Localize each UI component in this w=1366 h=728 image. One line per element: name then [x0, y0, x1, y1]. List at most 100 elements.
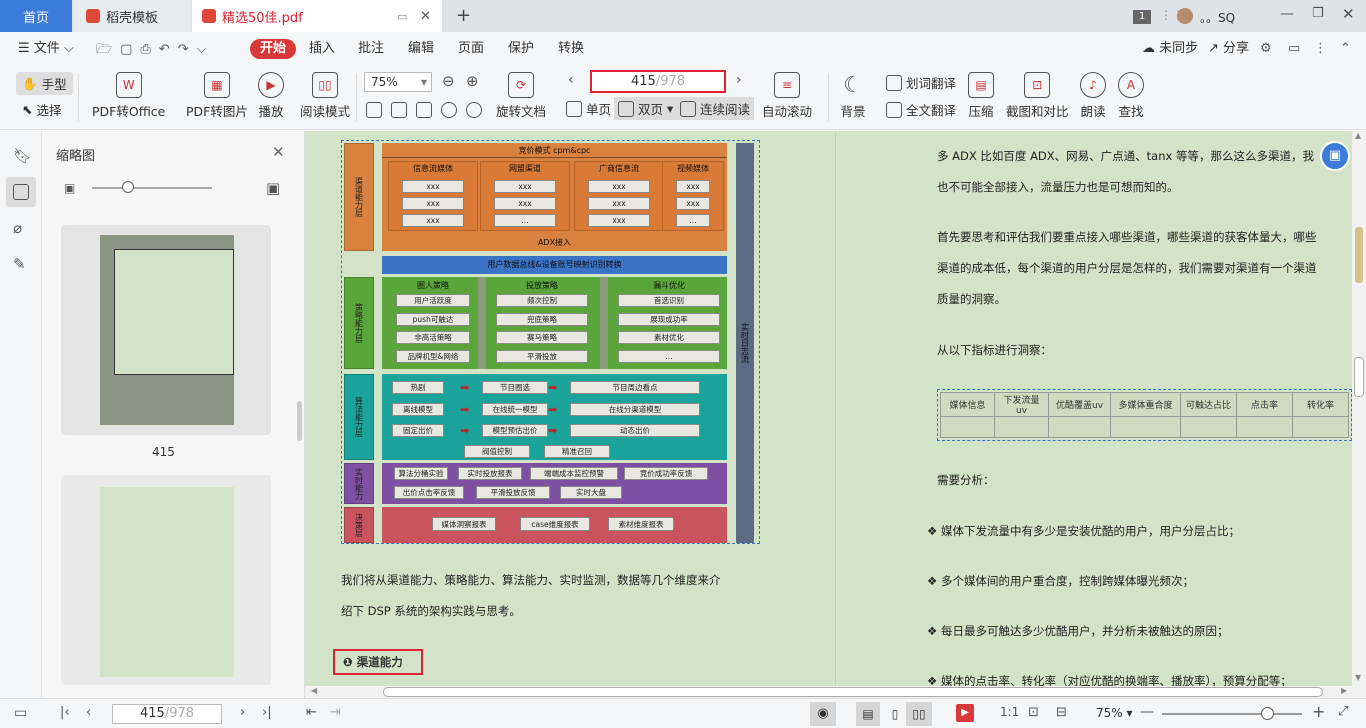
find-button[interactable]: A 查找 [1118, 72, 1144, 120]
zoom-out-icon[interactable]: ⊖ [442, 72, 455, 90]
thumbnail-nav[interactable] [6, 177, 36, 207]
fit-page-status-icon[interactable]: ⊡ [1028, 705, 1039, 720]
pdf-to-image-button[interactable]: ▦ PDF转图片 [186, 72, 248, 120]
zoom-in-icon[interactable]: ⊕ [466, 72, 479, 90]
status-page-input[interactable]: 415/978 [112, 704, 222, 724]
next-page-status-icon[interactable]: › [240, 705, 245, 720]
eye-protect-icon[interactable]: ◉ [810, 702, 836, 726]
menu-protect[interactable]: 保护 [504, 39, 538, 59]
rotate-doc-button[interactable]: ⟳ 旋转文档 [496, 72, 546, 120]
actual-size-icon[interactable] [366, 102, 382, 118]
large-image-icon[interactable]: ▣ [266, 179, 280, 197]
screenshot-compare-button[interactable]: ⊡ 截图和对比 [1006, 72, 1069, 120]
fullscreen-icon[interactable]: ⤢ [1338, 704, 1348, 719]
single-view-icon[interactable]: ▯ [884, 702, 906, 726]
read-mode-button[interactable]: ▯▯ 阅读模式 [300, 72, 350, 120]
tab-pdf[interactable]: 精选50佳.pdf ▭ ✕ [192, 0, 442, 32]
double-page-button[interactable]: 双页 ▾ [614, 97, 678, 120]
quick-access-icons[interactable]: 🗁▢⎙↶↷⌵ [96, 40, 214, 62]
panel-scrollbar[interactable] [297, 401, 302, 441]
floating-tool-icon[interactable]: ▣ [1320, 141, 1350, 171]
float-window-icon[interactable]: ▭ [397, 10, 407, 23]
menu-comment[interactable]: 批注 [354, 39, 388, 59]
actual-size-status-icon[interactable]: 1:1 [1000, 705, 1019, 719]
select-tool[interactable]: ⬉ 选择 [22, 100, 62, 119]
bookmark-icon[interactable]: 🔖︎ [13, 147, 32, 165]
play-button[interactable]: ▶ 播放 [258, 72, 284, 120]
more-icon[interactable]: ⋮ [1310, 39, 1331, 59]
slider-knob[interactable] [122, 181, 134, 193]
sync-status[interactable]: ☁ 未同步 [1138, 39, 1202, 59]
last-page-icon[interactable]: ›| [262, 705, 272, 720]
zoom-in-status-icon[interactable]: + [1312, 702, 1325, 721]
read-aloud-button[interactable]: ♪ 朗读 [1080, 72, 1106, 120]
menu-edit[interactable]: 编辑 [404, 39, 438, 59]
settings-icon[interactable]: ⚙ [1256, 39, 1276, 59]
document-view[interactable]: 实时日志流 渠道能力层 竞价模式 cpm&cpc 信息流媒体 xxx xxx xxx 网… [305, 131, 1352, 686]
horizontal-scrollbar[interactable]: ◀ ▶ [305, 686, 1352, 698]
double-view-icon[interactable]: ▯▯ [906, 702, 932, 726]
feedback-icon[interactable]: ▭ [1284, 39, 1304, 59]
avatar[interactable] [1177, 8, 1193, 24]
close-tab-icon[interactable]: ✕ [420, 9, 431, 24]
menu-convert[interactable]: 转换 [554, 39, 588, 59]
scroll-up-icon[interactable]: ▲ [1355, 131, 1361, 140]
signature-icon[interactable]: ✎ [13, 255, 26, 273]
thumbnail-415[interactable] [61, 225, 271, 435]
fit-width-status-icon[interactable]: ⊟ [1056, 705, 1067, 720]
rotate-right-icon[interactable] [466, 102, 482, 118]
minimize-icon[interactable]: — [1280, 6, 1294, 22]
restore-icon[interactable]: ❐ [1312, 6, 1324, 21]
scroll-left-icon[interactable]: ◀ [311, 686, 317, 695]
background-button[interactable]: ☾ 背景 [840, 72, 866, 120]
tab-home[interactable]: 首页 [0, 0, 72, 32]
thumbnail-416[interactable] [61, 475, 271, 685]
vertical-scrollbar[interactable]: ▲ ▼ [1352, 131, 1366, 698]
menu-insert[interactable]: 插入 [305, 39, 339, 59]
zoom-select[interactable]: 75% ▾ [364, 72, 432, 92]
prev-page-icon[interactable]: ‹ [568, 72, 574, 88]
fit-width-icon[interactable] [416, 102, 432, 118]
play-status-icon[interactable]: ▶ [956, 704, 974, 722]
compress-button[interactable]: ▤ 压缩 [968, 72, 994, 120]
zoom-out-status-icon[interactable]: — [1140, 704, 1154, 720]
collapse-ribbon-icon[interactable]: ⌃ [1336, 39, 1355, 59]
back-view-icon[interactable]: ⇤ [306, 705, 317, 720]
status-zoom-slider[interactable] [1162, 713, 1302, 715]
scroll-thumb[interactable] [1354, 357, 1364, 397]
full-translate-button[interactable]: 全文翻译 [886, 100, 956, 119]
prev-page-status-icon[interactable]: ‹ [86, 705, 91, 720]
pdf-to-office-button[interactable]: W PDF转Office [92, 72, 165, 120]
status-zoom-select[interactable]: 75% ▾ [1096, 706, 1133, 720]
new-tab-button[interactable]: + [456, 5, 471, 26]
sidebar-toggle-icon[interactable]: ▭ [14, 705, 27, 721]
file-menu[interactable]: ☰ 文件 ⌵ [14, 39, 78, 59]
menu-page[interactable]: 页面 [454, 39, 488, 59]
attachment-icon[interactable]: ⌀ [13, 219, 22, 237]
word-translate-button[interactable]: 划词翻译 [886, 73, 956, 92]
status-zoom-knob[interactable] [1261, 707, 1274, 720]
small-image-icon[interactable]: ▣ [64, 181, 75, 195]
first-page-icon[interactable]: |‹ [60, 705, 70, 720]
forward-view-icon[interactable]: ⇥ [330, 705, 341, 720]
thumbnail-zoom-slider[interactable] [92, 187, 212, 189]
scroll-down-icon[interactable]: ▼ [1355, 673, 1361, 682]
page-number-input[interactable]: 415/978 [590, 70, 726, 93]
continuous-view-icon[interactable]: ▤ [856, 702, 880, 726]
continuous-read-button[interactable]: 连续阅读 [676, 97, 755, 120]
tab-template[interactable]: 稻壳模板 [74, 0, 190, 32]
hand-tool[interactable]: ✋ 手型 [16, 72, 73, 95]
share-button[interactable]: ↗ 分享 [1204, 39, 1253, 59]
close-window-icon[interactable]: ✕ [1342, 5, 1355, 23]
scroll-right-icon[interactable]: ▶ [1341, 686, 1347, 695]
rotate-left-icon[interactable] [441, 102, 457, 118]
next-page-icon[interactable]: › [736, 72, 742, 88]
window-count-badge[interactable]: 1 [1133, 10, 1151, 24]
user-name[interactable]: 。。SQ [1200, 9, 1235, 26]
h-scroll-thumb[interactable] [383, 687, 1323, 697]
single-page-button[interactable]: 单页 [566, 99, 611, 118]
close-panel-icon[interactable]: ✕ [272, 143, 285, 161]
auto-scroll-button[interactable]: ≡ 自动滚动 [762, 72, 812, 120]
menu-start[interactable]: 开始 [250, 39, 297, 59]
fit-page-icon[interactable] [391, 102, 407, 118]
